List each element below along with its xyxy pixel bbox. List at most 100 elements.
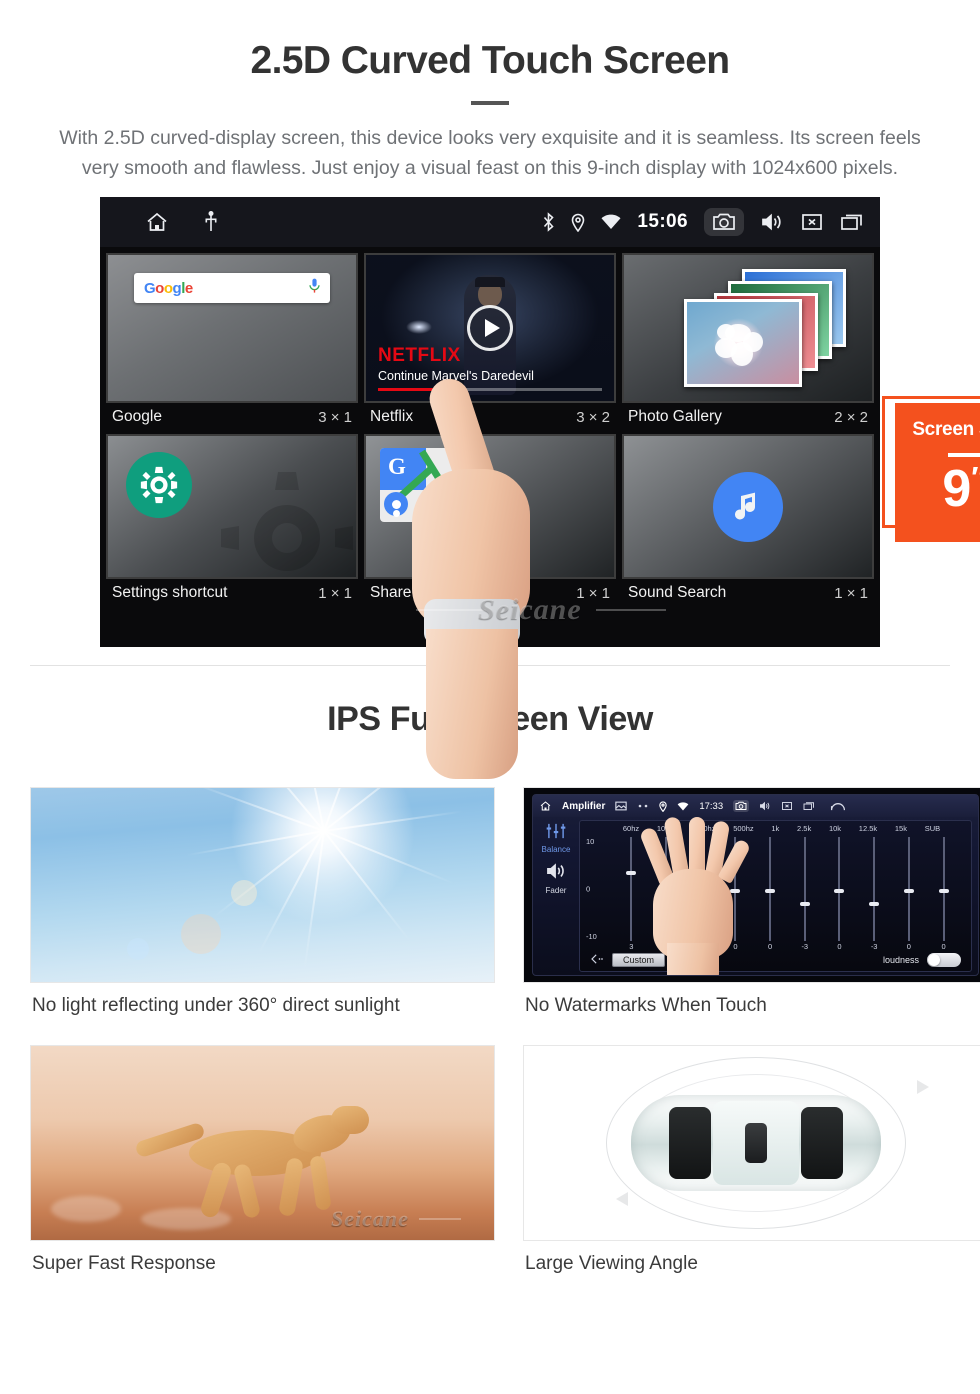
eq-slider[interactable] <box>730 837 741 942</box>
slider-knob[interactable] <box>799 901 810 906</box>
slider-knob[interactable] <box>695 889 706 894</box>
band-label: 500hz <box>733 824 754 834</box>
scale-min: -10 <box>586 932 597 942</box>
settings-shortcut-widget[interactable] <box>106 434 358 580</box>
widget-name: Netflix <box>370 408 414 426</box>
music-note-glyph <box>735 492 755 520</box>
music-note-icon[interactable] <box>713 471 783 542</box>
eq-slider[interactable] <box>834 837 845 942</box>
scale-mid: 0 <box>586 884 591 894</box>
eq-slider[interactable] <box>695 837 706 942</box>
band-label: 15k <box>894 824 907 834</box>
photo-gallery-widget[interactable] <box>622 253 874 404</box>
widget-photo-gallery[interactable]: Photo Gallery 2 × 2 <box>622 253 874 434</box>
slider-knob[interactable] <box>626 870 637 875</box>
feature-caption: Large Viewing Angle <box>525 1253 698 1275</box>
band-label: 1k <box>771 824 780 834</box>
watermark-rule-left <box>416 609 486 612</box>
equalizer-sliders[interactable] <box>614 837 961 942</box>
dots-icon <box>637 803 649 809</box>
netflix-artwork: NETFLIX Continue Marvel's Daredevil <box>366 255 614 402</box>
back-icon[interactable] <box>830 801 846 812</box>
eq-slider[interactable] <box>799 837 810 942</box>
volume-icon[interactable] <box>759 801 771 811</box>
gallery-icon[interactable] <box>615 801 628 811</box>
google-g-letter: G <box>388 454 406 480</box>
home-icon[interactable] <box>539 800 552 812</box>
avatar <box>384 492 408 517</box>
band-label: 2.5k <box>797 824 812 834</box>
band-value: 0 <box>733 942 738 952</box>
back-arrow-icon[interactable] <box>590 951 604 969</box>
google-search-widget[interactable]: Google <box>106 253 358 404</box>
netflix-brand: NETFLIX <box>378 345 461 367</box>
loudness-toggle[interactable] <box>927 953 961 968</box>
widget-google[interactable]: Google Google 3 × 1 <box>106 253 358 434</box>
widget-netflix[interactable]: NETFLIX Continue Marvel's Daredevil Netf… <box>364 253 616 434</box>
eq-slider[interactable] <box>626 837 637 942</box>
sidebar-item-balance[interactable]: Balance <box>533 845 579 854</box>
netflix-progress-bar <box>378 388 602 392</box>
slider-knob[interactable] <box>661 905 672 910</box>
band-value: 0 <box>941 942 946 952</box>
widget-size: 2 × 2 <box>834 408 868 426</box>
band-value: 0 <box>768 942 773 952</box>
section2-title: IPS Full Screen View <box>327 700 653 739</box>
camera-icon[interactable] <box>704 208 744 237</box>
sliders-icon[interactable] <box>533 823 579 844</box>
widget-name: Photo Gallery <box>628 408 722 426</box>
blossom-petal <box>743 332 763 353</box>
volume-icon[interactable] <box>760 212 784 232</box>
band-label: 10k <box>828 824 842 834</box>
camera-icon[interactable] <box>733 800 750 813</box>
eq-slider[interactable] <box>661 837 672 942</box>
figure-hat <box>475 277 505 288</box>
recent-apps-icon[interactable] <box>840 212 866 232</box>
home-icon[interactable] <box>144 210 170 234</box>
usb-icon <box>204 211 218 233</box>
feature-card: Large Viewing Angle <box>523 1045 980 1297</box>
speaker-icon[interactable] <box>533 862 579 885</box>
google-search-bar[interactable]: Google <box>134 273 330 304</box>
widget-settings-shortcut[interactable]: Settings shortcut 1 × 1 <box>106 434 358 610</box>
slider-knob[interactable] <box>938 889 949 894</box>
eq-slider[interactable] <box>903 837 914 942</box>
location-pin-icon <box>571 213 585 232</box>
slider-knob[interactable] <box>869 901 880 906</box>
share-location-widget[interactable]: G <box>364 434 616 580</box>
close-box-icon[interactable] <box>781 801 793 811</box>
google-maps-icon[interactable]: G <box>380 448 454 523</box>
settings-gear-icon[interactable] <box>126 452 192 519</box>
widget-sound-search[interactable]: Sound Search 1 × 1 <box>622 434 874 610</box>
slider-knob[interactable] <box>730 889 741 894</box>
slider-knob[interactable] <box>834 889 845 894</box>
loudness-label: loudness <box>882 955 919 966</box>
eq-slider[interactable] <box>765 837 776 942</box>
bluetooth-icon <box>542 212 555 233</box>
google-logo: Google <box>144 279 193 297</box>
sound-search-widget[interactable] <box>622 434 874 580</box>
slider-knob[interactable] <box>765 889 776 894</box>
amplifier-equalizer-screenshot: Amplifier 17:33 Balance Fader 60hz 100hz… <box>523 787 980 984</box>
section-ips-full-screen: IPS Full Screen View No light reflecting… <box>0 666 980 1297</box>
eq-slider[interactable] <box>938 837 949 942</box>
eq-slider[interactable] <box>869 837 880 942</box>
netflix-widget[interactable]: NETFLIX Continue Marvel's Daredevil <box>364 253 616 404</box>
recent-apps-icon[interactable] <box>803 801 816 811</box>
equalizer-scale: 10 0 -10 <box>586 837 612 941</box>
microphone-icon[interactable] <box>309 278 320 299</box>
feature-card-grid: No light reflecting under 360° direct su… <box>30 787 980 1297</box>
android-head-unit-screen: 15:06 Google Google 3 × 1 NETFLIX Contin… <box>100 197 880 648</box>
play-icon[interactable] <box>467 305 513 352</box>
feature-card: No light reflecting under 360° direct su… <box>30 787 495 1039</box>
slider-knob[interactable] <box>903 889 914 894</box>
band-label: 12.5k <box>858 824 878 834</box>
band-label: 100hz <box>656 824 678 834</box>
widget-share-location[interactable]: G Share location 1 × 1 <box>364 434 616 610</box>
equalizer-footer: Custom loudness <box>580 951 971 969</box>
sidebar-item-fader[interactable]: Fader <box>533 886 579 895</box>
close-box-icon[interactable] <box>800 212 824 232</box>
preset-custom-button[interactable]: Custom <box>612 953 666 968</box>
widget-size: 3 × 1 <box>318 408 352 426</box>
car-top-view-diagram <box>523 1045 980 1242</box>
